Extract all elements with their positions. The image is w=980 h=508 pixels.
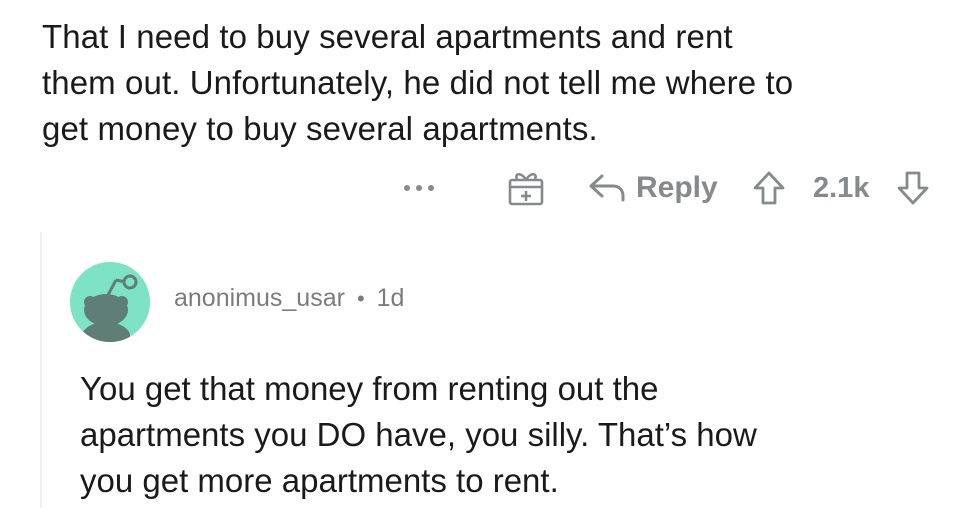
reply-comment-line: apartments you DO have, you silly. That’…	[80, 416, 757, 453]
arrow-up-icon	[753, 171, 785, 205]
reply-label: Reply	[636, 171, 718, 204]
parent-comment-line: That I need to buy several apartments an…	[42, 18, 733, 55]
thread-line[interactable]	[40, 232, 42, 508]
gift-icon	[508, 172, 544, 206]
reply-arrow-icon	[589, 174, 625, 202]
meta-separator: •	[356, 285, 365, 311]
arrow-down-icon	[897, 171, 929, 205]
parent-comment-line: get money to buy several apartments.	[42, 110, 598, 147]
reply-button[interactable]: Reply	[588, 166, 718, 210]
reply-comment-body: You get that money from renting out the …	[80, 366, 940, 504]
parent-comment-line: them out. Unfortunately, he did not tell…	[42, 64, 794, 101]
reddit-snoo-avatar-icon	[70, 262, 150, 342]
award-button[interactable]	[506, 166, 546, 210]
vote-score: 2.1k	[813, 171, 870, 204]
upvote-button[interactable]	[752, 166, 786, 210]
more-options-button[interactable]	[404, 166, 434, 210]
downvote-button[interactable]	[896, 166, 930, 210]
comment-action-bar: Reply 2.1k	[0, 166, 980, 210]
comment-meta: anonimus_usar • 1d	[174, 284, 404, 313]
reply-comment-line: You get that money from renting out the	[80, 370, 659, 407]
avatar[interactable]	[70, 262, 150, 342]
reply-comment-line: you get more apartments to rent.	[80, 462, 559, 499]
comment-age: 1d	[376, 284, 405, 312]
ellipsis-icon	[404, 185, 434, 191]
parent-comment-body: That I need to buy several apartments an…	[42, 14, 942, 152]
username-link[interactable]: anonimus_usar	[174, 284, 345, 313]
